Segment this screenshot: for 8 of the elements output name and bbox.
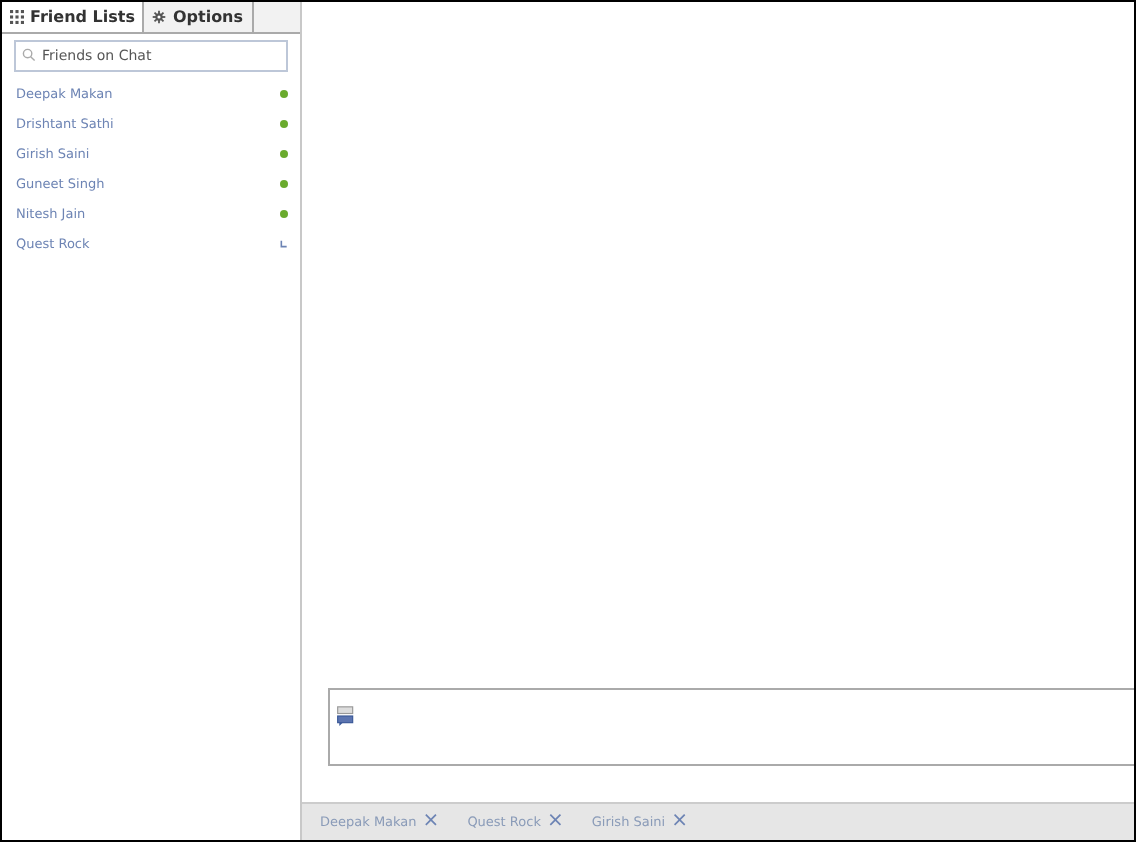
chat-bubbles-icon <box>336 706 356 726</box>
close-icon[interactable]: × <box>671 812 688 832</box>
sidebar-tab[interactable]: Friend Lists <box>2 2 145 32</box>
close-icon[interactable]: × <box>422 812 440 832</box>
close-icon[interactable]: × <box>546 812 564 832</box>
message-input-field[interactable] <box>328 688 1134 766</box>
gear-icon <box>152 10 167 24</box>
grid-icon <box>10 10 24 24</box>
